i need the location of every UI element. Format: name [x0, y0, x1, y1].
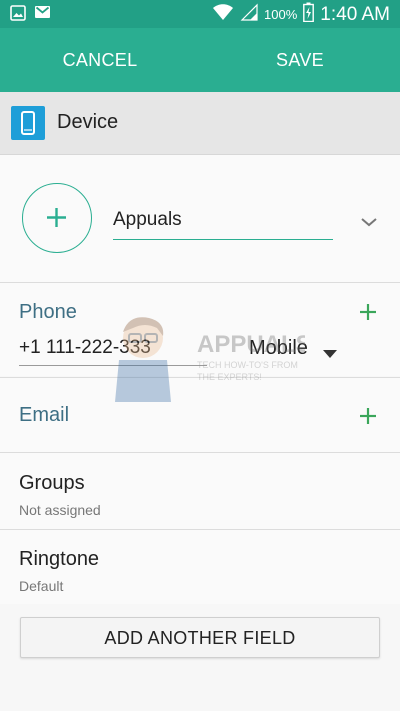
groups-title: Groups — [19, 472, 85, 494]
account-selector[interactable]: Device — [0, 92, 400, 155]
save-button[interactable]: SAVE — [200, 28, 400, 92]
add-email-plus-icon[interactable] — [358, 406, 378, 426]
email-title: Email — [19, 404, 70, 426]
ringtone-value: Default — [19, 578, 64, 594]
account-label: Device — [57, 111, 119, 133]
battery-charging-icon — [303, 2, 315, 27]
gmail-icon — [34, 5, 51, 26]
groups-value: Not assigned — [19, 502, 101, 518]
name-input[interactable]: Appuals — [113, 205, 333, 240]
plus-icon — [47, 208, 66, 227]
add-phone-plus-icon[interactable] — [358, 302, 378, 322]
gallery-icon — [10, 5, 26, 26]
phone-number-input[interactable]: +1 111-222-333 — [19, 335, 207, 366]
signal-icon — [240, 3, 258, 26]
device-icon — [11, 106, 45, 140]
clock: 1:40 AM — [320, 3, 390, 25]
name-section: Appuals — [0, 155, 400, 282]
status-bar: 100% 1:40 AM — [0, 0, 400, 28]
battery-percent: 100% — [264, 7, 298, 22]
cancel-button[interactable]: CANCEL — [0, 28, 200, 92]
phone-title: Phone — [19, 301, 77, 323]
wifi-icon — [212, 3, 234, 26]
email-section: Email — [0, 378, 400, 452]
phone-section: Phone +1 111-222-333 Mobile — [0, 283, 400, 376]
ringtone-title: Ringtone — [19, 548, 100, 570]
add-another-field-button[interactable]: ADD ANOTHER FIELD — [20, 617, 380, 658]
chevron-down-icon[interactable] — [358, 211, 380, 233]
add-photo-button[interactable] — [22, 183, 92, 253]
dropdown-arrow-icon[interactable] — [323, 346, 337, 358]
groups-row[interactable]: Groups Not assigned — [0, 453, 400, 529]
phone-type-dropdown[interactable]: Mobile — [249, 337, 308, 360]
action-bar: CANCEL SAVE — [0, 28, 400, 92]
ringtone-row[interactable]: Ringtone Default — [0, 530, 400, 604]
